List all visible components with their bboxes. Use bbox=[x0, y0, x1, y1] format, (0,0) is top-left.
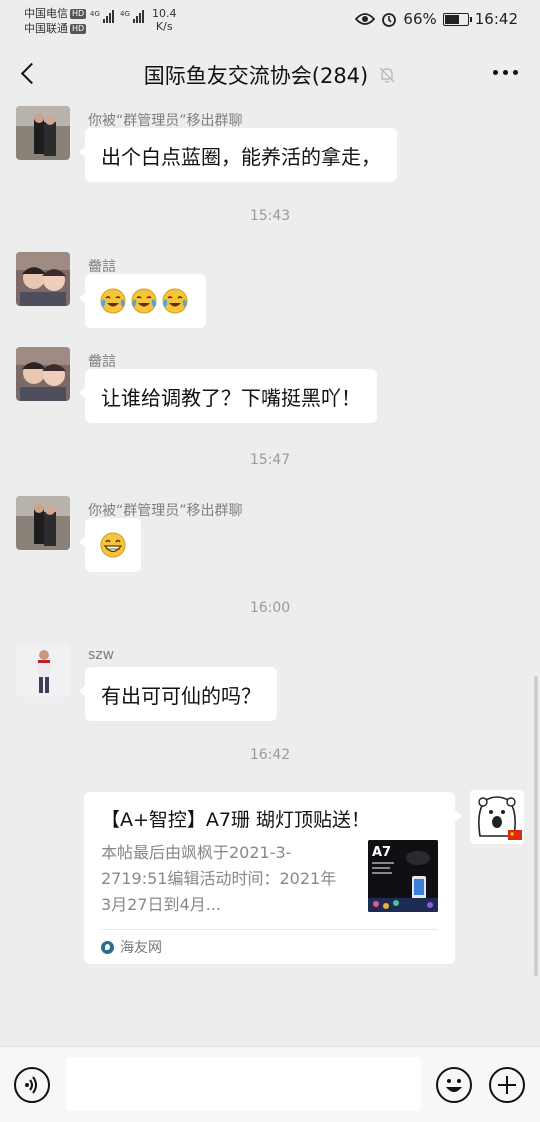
net-speed-value: 10.4 bbox=[152, 7, 177, 20]
face-with-tears-of-joy-icon bbox=[162, 288, 188, 314]
carrier-2: 中国联通 bbox=[24, 22, 68, 35]
net-speed-unit: K/s bbox=[155, 20, 173, 33]
plus-icon[interactable] bbox=[489, 1067, 525, 1103]
status-bar: 中国电信 HD 中国联通 HD 4G 4G 10.4 K/s 66% 16:42 bbox=[0, 0, 540, 42]
avatar[interactable] bbox=[470, 790, 524, 844]
timestamp: 16:00 bbox=[249, 600, 291, 616]
carrier-info: 中国电信 HD 中国联通 HD bbox=[24, 6, 87, 36]
eye-icon bbox=[355, 13, 376, 25]
link-card-thumbnail: A7 bbox=[368, 840, 438, 912]
message-bubble[interactable]: 有出可可仙的吗？ bbox=[79, 667, 277, 721]
network-type: 4G bbox=[90, 10, 100, 18]
message-bubble[interactable]: 让谁给调教了？下嘴挺黑吖！ bbox=[79, 369, 377, 423]
sender-name: 你被“群管理员”移出群聊 bbox=[88, 113, 243, 129]
link-card[interactable]: 【A+智控】A7珊 瑚灯顶贴送！ 本帖最后由飒枫于2021-3-2719:51编… bbox=[84, 792, 462, 964]
link-card-source: 海友网 bbox=[101, 937, 162, 957]
hd-badge: HD bbox=[70, 24, 87, 34]
scrollbar[interactable] bbox=[534, 676, 538, 976]
avatar[interactable] bbox=[16, 252, 70, 306]
message-bubble[interactable] bbox=[79, 274, 206, 328]
link-card-description: 本帖最后由飒枫于2021-3-2719:51编辑活动时间：2021年3月27日到… bbox=[101, 843, 337, 914]
grinning-face-icon bbox=[100, 532, 126, 558]
carrier-1: 中国电信 bbox=[24, 7, 68, 20]
sender-name: szw bbox=[88, 647, 115, 663]
timestamp: 15:43 bbox=[249, 208, 291, 224]
sender-name: 齤誩 bbox=[88, 259, 116, 275]
more-dots-icon[interactable] bbox=[493, 70, 518, 75]
voice-icon[interactable] bbox=[14, 1067, 50, 1103]
thumb-label: A7 bbox=[372, 845, 391, 860]
signal-icon: 4G bbox=[120, 10, 144, 23]
battery-percent: 66% bbox=[403, 10, 437, 28]
timestamp: 16:42 bbox=[249, 747, 291, 763]
link-card-source-label: 海友网 bbox=[120, 940, 162, 956]
avatar[interactable] bbox=[16, 643, 70, 697]
avatar[interactable] bbox=[16, 106, 70, 160]
emoji-icon[interactable] bbox=[436, 1067, 472, 1103]
bell-off-icon bbox=[379, 67, 395, 83]
link-card-title: 【A+智控】A7珊 瑚灯顶贴送！ bbox=[101, 809, 371, 831]
network-type: 4G bbox=[120, 10, 130, 18]
chat-header: 国际鱼友交流协会(284) bbox=[0, 42, 540, 108]
message-bubble[interactable]: 出个白点蓝圈，能养活的拿走， bbox=[79, 128, 397, 182]
timestamp: 15:47 bbox=[249, 452, 291, 468]
message-bubble[interactable] bbox=[79, 518, 141, 572]
alarm-icon bbox=[382, 13, 397, 27]
sender-name: 齤誩 bbox=[88, 354, 116, 370]
sender-name: 你被“群管理员”移出群聊 bbox=[88, 503, 243, 519]
net-speed: 10.4 K/s bbox=[152, 7, 177, 33]
signal-icon: 4G bbox=[90, 10, 114, 23]
face-with-tears-of-joy-icon bbox=[100, 288, 126, 314]
divider bbox=[101, 929, 438, 930]
face-with-tears-of-joy-icon bbox=[131, 288, 157, 314]
clock: 16:42 bbox=[474, 10, 518, 28]
message-list: 你被“群管理员”移出群聊 出个白点蓝圈，能养活的拿走， 15:43 齤誩 齤誩 … bbox=[0, 100, 540, 1046]
message-input[interactable] bbox=[66, 1057, 421, 1111]
haiyou-logo-icon bbox=[101, 940, 114, 954]
hd-badge: HD bbox=[70, 9, 87, 19]
back-arrow-icon[interactable] bbox=[14, 59, 44, 89]
avatar[interactable] bbox=[16, 347, 70, 401]
status-right: 66% 16:42 bbox=[355, 10, 518, 28]
chat-title[interactable]: 国际鱼友交流协会(284) bbox=[144, 60, 368, 90]
input-bar bbox=[0, 1046, 540, 1122]
avatar[interactable] bbox=[16, 496, 70, 550]
battery-icon bbox=[442, 12, 472, 26]
